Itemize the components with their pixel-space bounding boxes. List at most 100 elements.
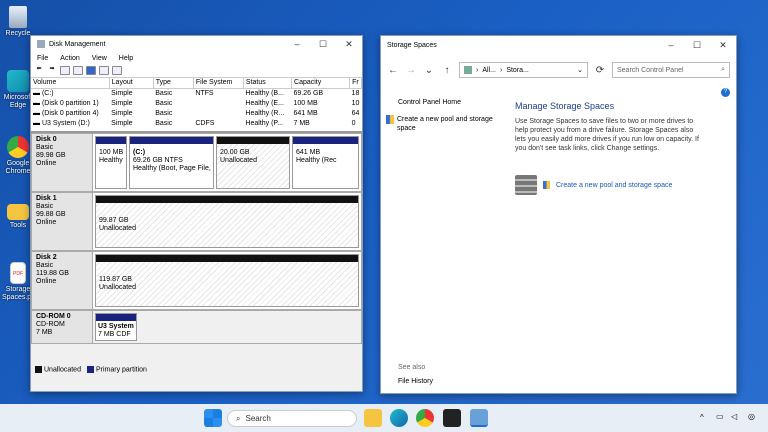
forward-icon[interactable]: ➡ xyxy=(47,66,57,75)
breadcrumb-storage[interactable]: Stora... xyxy=(506,67,573,74)
partition-block[interactable]: 100 MB Healthy xyxy=(95,136,127,189)
unallocated-block[interactable]: 119.87 GB Unallocated xyxy=(95,254,359,307)
volume-cell: 100 MB xyxy=(293,99,318,107)
disk-management-taskbar-icon[interactable] xyxy=(470,409,488,427)
legend-unallocated: Unallocated xyxy=(44,366,81,374)
volume-cell xyxy=(193,98,243,108)
legend-primary: Primary partition xyxy=(95,366,147,374)
volume-cell: ▬ U3 System (D:) xyxy=(33,119,90,127)
start-icon[interactable] xyxy=(204,409,222,427)
terminal-icon[interactable] xyxy=(443,409,461,427)
recent-chevron-icon[interactable]: ⌄ xyxy=(423,65,435,76)
pdf-file-icon: PDF xyxy=(10,262,26,284)
properties-icon[interactable] xyxy=(60,66,70,75)
view-icon[interactable] xyxy=(99,66,109,75)
volume-icon[interactable]: ◁ xyxy=(731,412,737,421)
menu-file[interactable]: File xyxy=(37,55,48,62)
minimize-button[interactable]: – xyxy=(658,37,684,53)
disk-name: Disk 2 xyxy=(36,254,57,261)
search-input[interactable]: Search Control Panel ⌕ xyxy=(612,62,730,78)
create-pool-link[interactable]: Create a new pool and storage space xyxy=(556,181,672,190)
create-pool-link-left[interactable]: Create a new pool and storage space xyxy=(397,115,508,133)
disk-graphical-view: Disk 0 Basic 89.98 GB Online 100 MB Healt… xyxy=(31,133,362,348)
partition-block-c[interactable]: (C:) 69.26 GB NTFS Healthy (Boot, Page Fil… xyxy=(129,136,214,189)
up-icon[interactable]: ↑ xyxy=(441,65,453,76)
address-bar[interactable]: › All... › Stora... ⌄ xyxy=(459,62,588,78)
control-panel-home-link[interactable]: Control Panel Home xyxy=(398,98,508,107)
search-label: Search xyxy=(245,414,271,423)
help-icon[interactable]: ? xyxy=(721,88,730,97)
column-header[interactable]: Layout xyxy=(109,78,154,89)
help-icon[interactable] xyxy=(86,66,96,75)
disk-size: 119.88 GB xyxy=(36,270,69,277)
disk-row-1: Disk 1 Basic 99.88 GB Online 99.87 GB Una… xyxy=(31,192,362,251)
storage-drives-icon xyxy=(515,175,537,195)
column-header[interactable]: Status xyxy=(243,78,293,89)
unallocated-block[interactable]: 20.00 GB Unallocated xyxy=(216,136,290,189)
disk-label[interactable]: Disk 2 Basic 119.88 GB Online xyxy=(31,251,93,310)
close-button[interactable]: ✕ xyxy=(710,37,736,53)
taskbar: ⌕ Search ^ ▭ ◁ ◎ xyxy=(0,404,768,432)
partition-size: 119.87 GB xyxy=(99,276,132,283)
column-header[interactable]: Fr xyxy=(349,78,362,89)
partition-block-recovery[interactable]: 641 MB Healthy (Rec xyxy=(292,136,359,189)
breadcrumb-sep-icon: › xyxy=(499,66,503,74)
forward-icon[interactable]: → xyxy=(405,65,417,76)
disk-status: Online xyxy=(36,160,57,167)
menu-help[interactable]: Help xyxy=(119,55,133,62)
column-header[interactable]: Volume xyxy=(31,78,110,89)
back-icon[interactable]: ⬅ xyxy=(34,66,44,75)
unallocated-block[interactable]: 99.87 GB Unallocated xyxy=(95,195,359,248)
chrome-taskbar-icon[interactable] xyxy=(416,409,434,427)
control-panel-icon xyxy=(464,66,472,74)
see-also-label: See also xyxy=(398,364,426,371)
volume-list: Volume Layout Type File System Status Capacit… xyxy=(31,78,362,133)
list-icon[interactable] xyxy=(73,66,83,75)
disk-type: CD-ROM xyxy=(36,321,65,328)
refresh-icon[interactable]: ⟳ xyxy=(594,65,606,76)
menu-action[interactable]: Action xyxy=(60,55,79,62)
network-icon[interactable]: ▭ xyxy=(716,412,724,421)
partition-block-d[interactable]: U3 System 7 MB CDF xyxy=(95,313,137,341)
volume-cell: Simple xyxy=(111,109,133,117)
storage-spaces-window: Storage Spaces – ☐ ✕ ← → ⌄ ↑ › All... › … xyxy=(380,35,737,394)
taskbar-search[interactable]: ⌕ Search xyxy=(227,410,357,427)
close-button[interactable]: ✕ xyxy=(336,36,362,52)
partition-name: (C:) xyxy=(133,149,146,156)
volume-row[interactable]: ▬ (Disk 0 partition 1) Simple Basic Healthy… xyxy=(31,98,362,108)
toolbar: ⬅ ➡ xyxy=(31,64,362,78)
volume-cell: 0 xyxy=(351,119,356,127)
volume-row[interactable]: ▬ (Disk 0 partition 4) Simple Basic Healthy… xyxy=(31,108,362,118)
minimize-button[interactable]: – xyxy=(284,36,310,52)
maximize-button[interactable]: ☐ xyxy=(310,36,336,52)
column-header[interactable]: File System xyxy=(193,78,244,89)
file-explorer-icon[interactable] xyxy=(364,409,382,427)
disk-row-0: Disk 0 Basic 89.98 GB Online 100 MB Healt… xyxy=(31,133,362,192)
title-bar: Disk Management – ☐ ✕ xyxy=(31,36,362,52)
breadcrumb-all[interactable]: All... xyxy=(482,67,496,74)
disk-label[interactable]: CD-ROM 0 CD-ROM 7 MB xyxy=(31,310,93,344)
tray-chevron-icon[interactable]: ^ xyxy=(700,413,704,422)
address-dropdown-icon[interactable]: ⌄ xyxy=(577,66,583,74)
desktop-icon-recycle-bin[interactable]: Recycle xyxy=(2,6,34,38)
edge-icon[interactable] xyxy=(390,409,408,427)
volume-row[interactable]: ▬ U3 System (D:) Simple Basic CDFS Healthy (… xyxy=(31,118,362,128)
volume-cell: Basic xyxy=(155,119,173,127)
volume-cell: Basic xyxy=(155,89,173,97)
volume-row[interactable]: ▬ (C:) Simple Basic NTFS Healthy (B... 69.26 … xyxy=(31,88,362,98)
menu-view[interactable]: View xyxy=(92,55,107,62)
back-icon[interactable]: ← xyxy=(387,65,399,76)
volume-cell: Healthy (E... xyxy=(245,99,284,107)
column-header[interactable]: Type xyxy=(153,78,194,89)
disk-label[interactable]: Disk 1 Basic 99.88 GB Online xyxy=(31,192,93,251)
console-icon[interactable] xyxy=(112,66,122,75)
file-history-link[interactable]: File History xyxy=(398,375,433,389)
column-header[interactable]: Capacity xyxy=(291,78,351,89)
breadcrumb-sep-icon: › xyxy=(476,66,479,74)
maximize-button[interactable]: ☐ xyxy=(684,37,710,53)
notification-icon[interactable]: ◎ xyxy=(748,412,755,421)
disk-label[interactable]: Disk 0 Basic 89.98 GB Online xyxy=(31,133,93,192)
volume-cell: Simple xyxy=(111,99,133,107)
disk-name: Disk 0 xyxy=(36,136,57,143)
partition-status: Unallocated xyxy=(220,157,257,164)
